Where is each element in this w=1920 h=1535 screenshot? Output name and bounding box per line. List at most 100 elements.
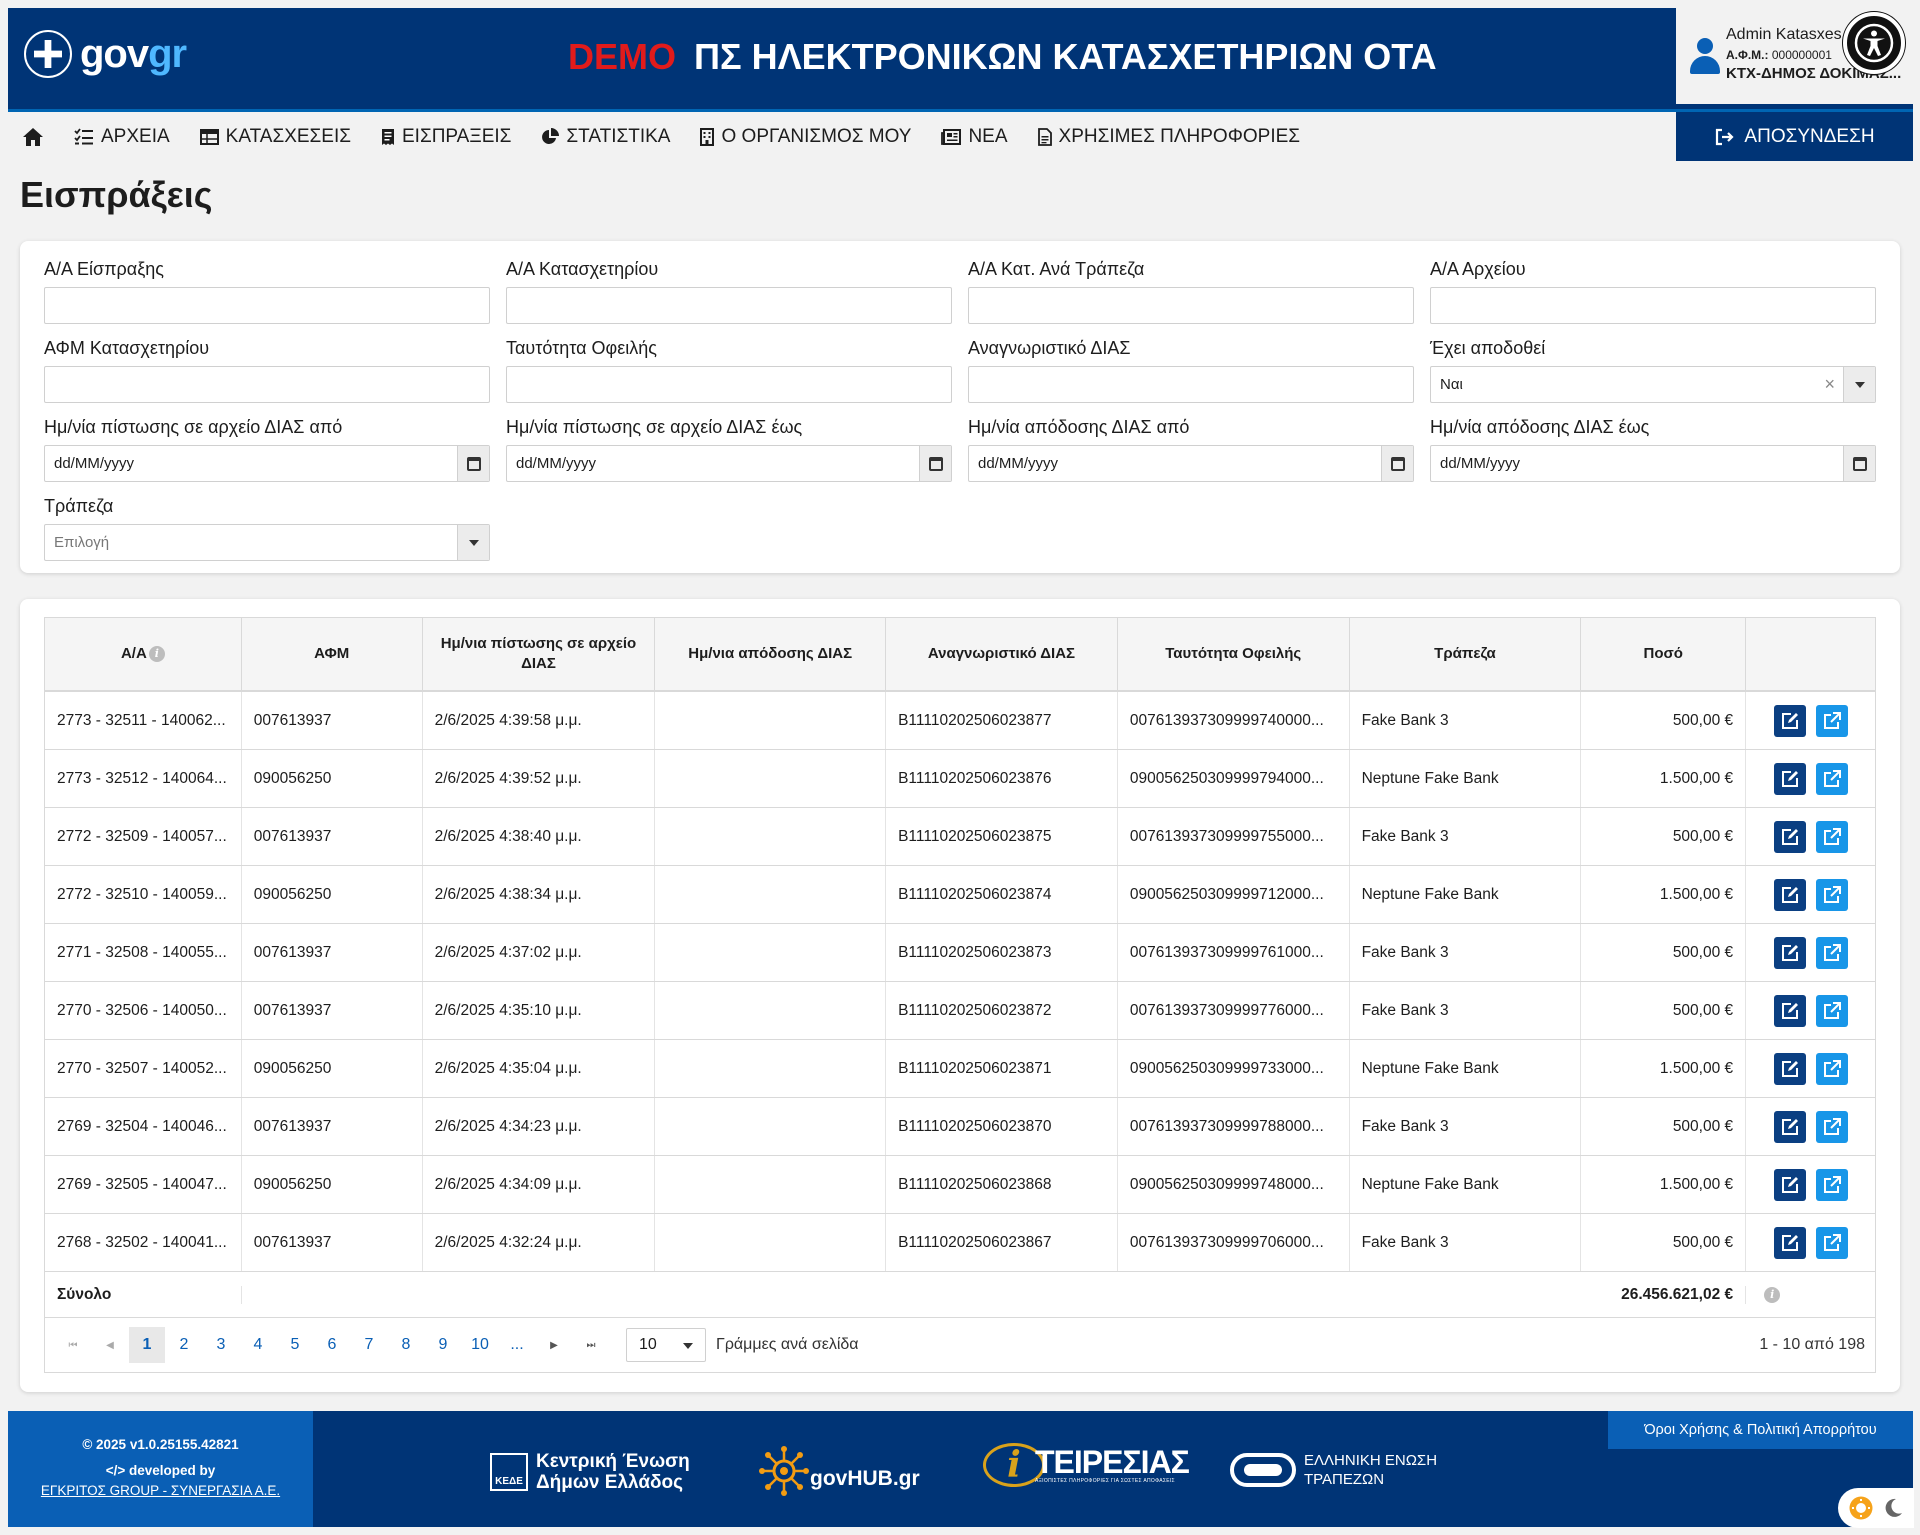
exei-apodothei-dropdown-toggle[interactable] [1843, 367, 1875, 402]
edit-button[interactable] [1773, 994, 1806, 1027]
nav-item-nea[interactable]: ΝΕΑ [941, 126, 1008, 148]
open-external-button[interactable] [1815, 820, 1848, 853]
page-10-button[interactable]: 10 [462, 1327, 498, 1363]
page-1-button[interactable]: 1 [129, 1327, 165, 1363]
page-3-button[interactable]: 3 [203, 1327, 239, 1363]
edit-button[interactable] [1773, 704, 1806, 737]
open-external-button[interactable] [1815, 762, 1848, 795]
table-row[interactable]: 2773 - 32512 - 140064... 090056250 2/6/202… [45, 750, 1875, 808]
open-external-button[interactable] [1815, 1226, 1848, 1259]
date-apodosis-eos-picker[interactable] [1843, 446, 1875, 481]
aa-eispraxis-input[interactable] [44, 287, 490, 324]
date-pistosis-apo-picker[interactable] [457, 446, 489, 481]
table-row[interactable]: 2770 - 32507 - 140052... 090056250 2/6/202… [45, 1040, 1875, 1098]
table-row[interactable]: 2772 - 32510 - 140059... 090056250 2/6/202… [45, 866, 1875, 924]
open-external-button[interactable] [1815, 1168, 1848, 1201]
page-9-button[interactable]: 9 [425, 1327, 461, 1363]
prev-page-button[interactable]: ◀ [92, 1327, 128, 1363]
info-icon[interactable]: i [1764, 1286, 1781, 1303]
accessibility-button[interactable] [1843, 12, 1905, 74]
open-external-button[interactable] [1815, 1052, 1848, 1085]
nav-item-organismos[interactable]: Ο ΟΡΓΑΝΙΣΜΟΣ ΜΟΥ [700, 126, 911, 148]
govgr-logo[interactable]: govgr [24, 30, 187, 78]
trapeza-select[interactable]: Επιλογή [44, 524, 490, 561]
logout-button[interactable]: ΑΠΟΣΥΝΔΕΣΗ [1676, 112, 1913, 161]
table-row[interactable]: 2769 - 32505 - 140047... 090056250 2/6/202… [45, 1156, 1875, 1214]
page-ellipsis[interactable]: ... [499, 1327, 535, 1363]
edit-button[interactable] [1773, 1226, 1806, 1259]
cell-actions [1746, 982, 1875, 1039]
table-row[interactable]: 2769 - 32504 - 140046... 007613937 2/6/202… [45, 1098, 1875, 1156]
edit-button[interactable] [1773, 936, 1806, 969]
terms-link[interactable]: Όροι Χρήσης & Πολιτική Απορρήτου [1608, 1411, 1913, 1449]
edit-button[interactable] [1773, 1110, 1806, 1143]
first-page-button[interactable]: ⏮ [55, 1327, 91, 1363]
open-external-button[interactable] [1815, 936, 1848, 969]
edit-button[interactable] [1773, 1168, 1806, 1201]
hba-logo[interactable]: ΕΛΛΗΝΙΚΗ ΕΝΩΣΗ ΤΡΑΠΕΖΩΝ [1230, 1451, 1437, 1489]
anagnoristiko-dias-input[interactable] [968, 366, 1414, 403]
open-external-button[interactable] [1815, 994, 1848, 1027]
date-apodosis-apo-input[interactable]: dd/MM/yyyy [968, 445, 1414, 482]
developer-link[interactable]: ΕΓΚΡΙΤΟΣ GROUP - ΣΥΝΕΡΓΑΣΙΑ Α.Ε. [8, 1481, 313, 1501]
exei-apodothei-select[interactable]: Ναι × [1430, 366, 1876, 403]
trapeza-dropdown-toggle[interactable] [457, 525, 489, 560]
page-2-button[interactable]: 2 [166, 1327, 202, 1363]
nav-home[interactable] [22, 127, 44, 147]
afm-katasxetiriou-input[interactable] [44, 366, 490, 403]
cell-ofeili: 090056250309999748000... [1118, 1156, 1350, 1213]
date-pistosis-eos-picker[interactable] [919, 446, 951, 481]
nav-item-statistika[interactable]: ΣΤΑΤΙΣΤΙΚΑ [541, 126, 670, 148]
govhub-logo[interactable]: govHUB.gr [758, 1445, 920, 1497]
last-page-button[interactable]: ⏭ [573, 1327, 609, 1363]
aa-katasxetiriou-input[interactable] [506, 287, 952, 324]
column-header-date-pistosis[interactable]: Ημ/νια πίστωσης σε αρχείο ΔΙΑΣ [423, 618, 656, 690]
sun-icon[interactable] [1848, 1495, 1874, 1521]
open-external-button[interactable] [1815, 1110, 1848, 1143]
nav-item-katasxeseis[interactable]: ΚΑΤΑΣΧΕΣΕΙΣ [199, 126, 351, 148]
date-apodosis-apo-picker[interactable] [1381, 446, 1413, 481]
column-header-amount[interactable]: Ποσό [1581, 618, 1747, 690]
taftotita-ofeilis-input[interactable] [506, 366, 952, 403]
date-pistosis-apo-input[interactable]: dd/MM/yyyy [44, 445, 490, 482]
date-pistosis-eos-input[interactable]: dd/MM/yyyy [506, 445, 952, 482]
date-apodosis-eos-input[interactable]: dd/MM/yyyy [1430, 445, 1876, 482]
table-row[interactable]: 2772 - 32509 - 140057... 007613937 2/6/202… [45, 808, 1875, 866]
kede-logo[interactable]: ΚΕΔΕ Κεντρική Ένωση Δήμων Ελλάδος [490, 1451, 690, 1493]
nav-item-xrisimes[interactable]: ΧΡΗΣΙΜΕΣ ΠΛΗΡΟΦΟΡΙΕΣ [1037, 126, 1300, 148]
nav-item-eispraxeis[interactable]: ΕΙΣΠΡΑΞΕΙΣ [381, 126, 511, 148]
open-external-button[interactable] [1815, 878, 1848, 911]
column-header-bank[interactable]: Τράπεζα [1350, 618, 1582, 690]
edit-button[interactable] [1773, 1052, 1806, 1085]
page-7-button[interactable]: 7 [351, 1327, 387, 1363]
aa-arxeiou-input[interactable] [1430, 287, 1876, 324]
column-header-ofeili[interactable]: Ταυτότητα Οφειλής [1118, 618, 1350, 690]
user-box[interactable]: Admin Katasxes Α.Φ.Μ.: 000000001 ΚΤΧ-ΔΗΜ… [1676, 8, 1913, 104]
column-header-dias[interactable]: Αναγνωριστικό ΔΙΑΣ [886, 618, 1118, 690]
nav-item-archeia[interactable]: ΑΡΧΕΙΑ [74, 126, 170, 148]
aa-kat-ana-trapeza-input[interactable] [968, 287, 1414, 324]
page-4-button[interactable]: 4 [240, 1327, 276, 1363]
column-header-date-apodosis[interactable]: Ημ/νια απόδοσης ΔΙΑΣ [655, 618, 887, 690]
page-size-select[interactable]: 10 [626, 1328, 706, 1362]
page-8-button[interactable]: 8 [388, 1327, 424, 1363]
open-external-button[interactable] [1815, 704, 1848, 737]
table-row[interactable]: 2771 - 32508 - 140055... 007613937 2/6/202… [45, 924, 1875, 982]
edit-button[interactable] [1773, 762, 1806, 795]
info-icon[interactable]: i [148, 646, 165, 662]
column-header-aa[interactable]: Α/Α i [45, 618, 242, 690]
cell-ofeili-text: 090056250309999712000... [1129, 885, 1324, 903]
page-6-button[interactable]: 6 [314, 1327, 350, 1363]
edit-button[interactable] [1773, 820, 1806, 853]
edit-button[interactable] [1773, 878, 1806, 911]
table-row[interactable]: 2773 - 32511 - 140062... 007613937 2/6/202… [45, 692, 1875, 750]
teiresias-logo[interactable]: i ΤΕΙΡΕΣΙΑΣ ΑΞΙΟΠΙΣΤΕΣ ΠΛΗΡΟΦΟΡΙΕΣ ΓΙΑ Σ… [983, 1443, 1190, 1487]
table-row[interactable]: 2770 - 32506 - 140050... 007613937 2/6/202… [45, 982, 1875, 1040]
next-page-button[interactable]: ▶ [536, 1327, 572, 1363]
clear-icon[interactable]: × [1824, 374, 1835, 395]
column-header-afm[interactable]: ΑΦΜ [242, 618, 423, 690]
table-row[interactable]: 2768 - 32502 - 140041... 007613937 2/6/202… [45, 1214, 1875, 1272]
theme-toggle[interactable] [1838, 1488, 1914, 1528]
moon-icon[interactable] [1882, 1497, 1904, 1519]
page-5-button[interactable]: 5 [277, 1327, 313, 1363]
